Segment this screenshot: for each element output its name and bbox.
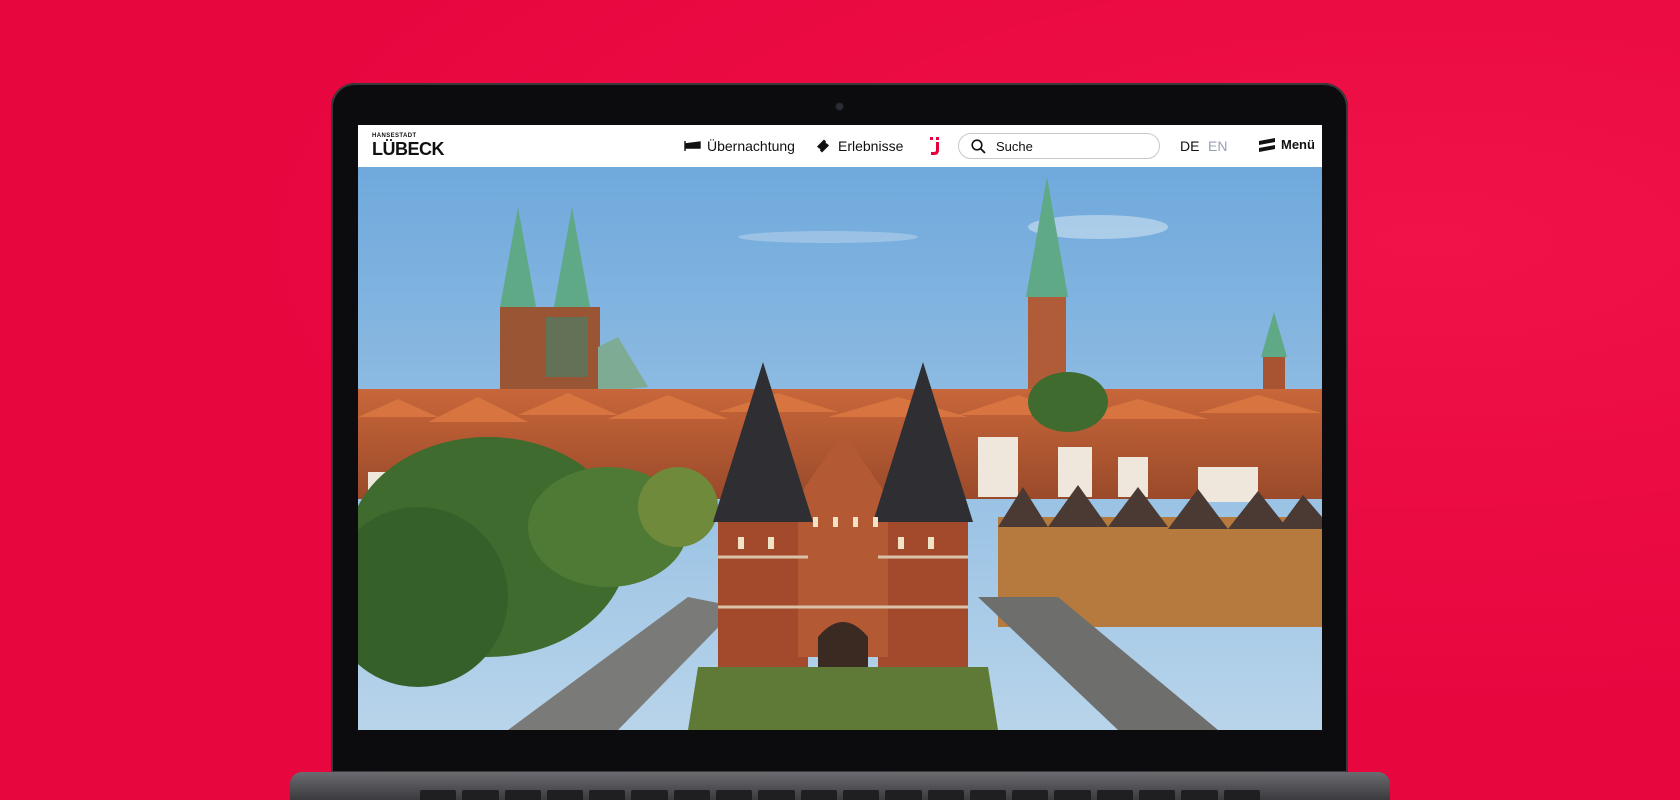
logo-big-text: LÜBECK <box>372 139 445 159</box>
nav-experiences[interactable]: Erlebnisse <box>815 137 903 155</box>
keyboard <box>420 790 1260 800</box>
language-de[interactable]: DE <box>1180 138 1199 154</box>
language-en[interactable]: EN <box>1208 138 1227 154</box>
bed-flag-icon <box>684 141 701 151</box>
webcam <box>836 103 843 110</box>
hero-image-holstentor <box>358 167 1322 730</box>
laptop-screen: HANSESTADT LÜBECK Übernachtung Erlebniss… <box>358 125 1322 730</box>
ticket-icon <box>817 139 829 153</box>
nav-overnight-label: Übernachtung <box>707 138 795 154</box>
search-icon <box>971 138 986 154</box>
nav-experiences-label: Erlebnisse <box>838 138 904 154</box>
luebeck-mark-icon[interactable] <box>928 136 942 156</box>
search-box[interactable] <box>958 133 1160 159</box>
hamburger-icon <box>1259 137 1275 152</box>
menu-label: Menü <box>1281 137 1315 152</box>
site-header: HANSESTADT LÜBECK Übernachtung Erlebniss… <box>358 125 1322 167</box>
search-input[interactable] <box>994 137 1148 155</box>
site-logo[interactable]: HANSESTADT LÜBECK <box>372 133 445 161</box>
nav-overnight[interactable]: Übernachtung <box>684 137 795 155</box>
menu-button[interactable]: Menü <box>1258 137 1315 152</box>
